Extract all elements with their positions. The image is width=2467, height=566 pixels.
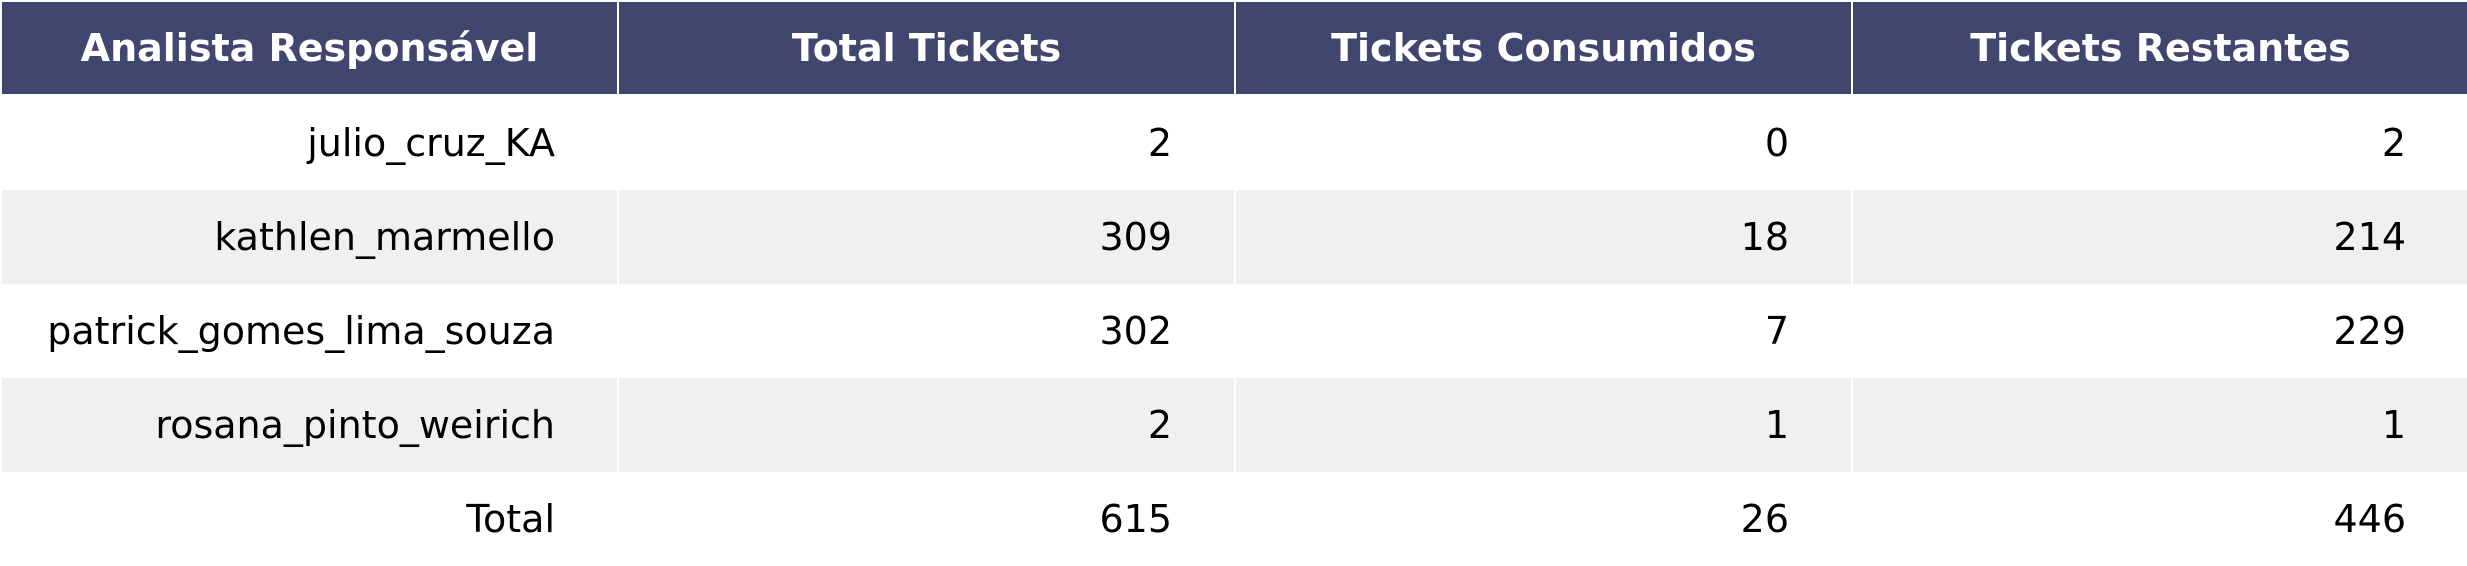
cell-total-tickets: 2 <box>617 378 1236 472</box>
tickets-table: Analista Responsável Total Tickets Ticke… <box>0 0 2467 566</box>
cell-total-tickets: 615 <box>617 472 1236 566</box>
cell-total-tickets: 302 <box>617 284 1236 378</box>
cell-total-tickets: 309 <box>617 190 1236 284</box>
cell-total-label: Total <box>0 472 619 566</box>
cell-tickets-restantes: 446 <box>1851 472 2467 566</box>
tickets-table-container: Analista Responsável Total Tickets Ticke… <box>0 0 2467 566</box>
cell-tickets-consumidos: 0 <box>1234 95 1853 190</box>
cell-total-tickets: 2 <box>617 95 1236 190</box>
column-header-total-tickets: Total Tickets <box>617 0 1236 96</box>
column-header-tickets-restantes: Tickets Restantes <box>1851 0 2467 96</box>
column-header-analista: Analista Responsável <box>0 0 619 96</box>
table-row: patrick_gomes_lima_souza 302 7 229 <box>0 284 2467 378</box>
table-row: kathlen_marmello 309 18 214 <box>0 190 2467 284</box>
cell-tickets-consumidos: 7 <box>1234 284 1853 378</box>
cell-tickets-consumidos: 1 <box>1234 378 1853 472</box>
cell-tickets-restantes: 214 <box>1851 190 2467 284</box>
cell-analista: julio_cruz_KA <box>0 95 619 190</box>
cell-tickets-restantes: 1 <box>1851 378 2467 472</box>
table-row: julio_cruz_KA 2 0 2 <box>0 95 2467 190</box>
cell-analista: rosana_pinto_weirich <box>0 378 619 472</box>
cell-analista: kathlen_marmello <box>0 190 619 284</box>
table-row: rosana_pinto_weirich 2 1 1 <box>0 378 2467 472</box>
cell-tickets-restantes: 2 <box>1851 95 2467 190</box>
cell-tickets-restantes: 229 <box>1851 284 2467 378</box>
cell-tickets-consumidos: 18 <box>1234 190 1853 284</box>
column-header-tickets-consumidos: Tickets Consumidos <box>1234 0 1853 96</box>
cell-analista: patrick_gomes_lima_souza <box>0 284 619 378</box>
cell-tickets-consumidos: 26 <box>1234 472 1853 566</box>
table-header-row: Analista Responsável Total Tickets Ticke… <box>0 0 2467 96</box>
table-total-row: Total 615 26 446 <box>0 472 2467 566</box>
